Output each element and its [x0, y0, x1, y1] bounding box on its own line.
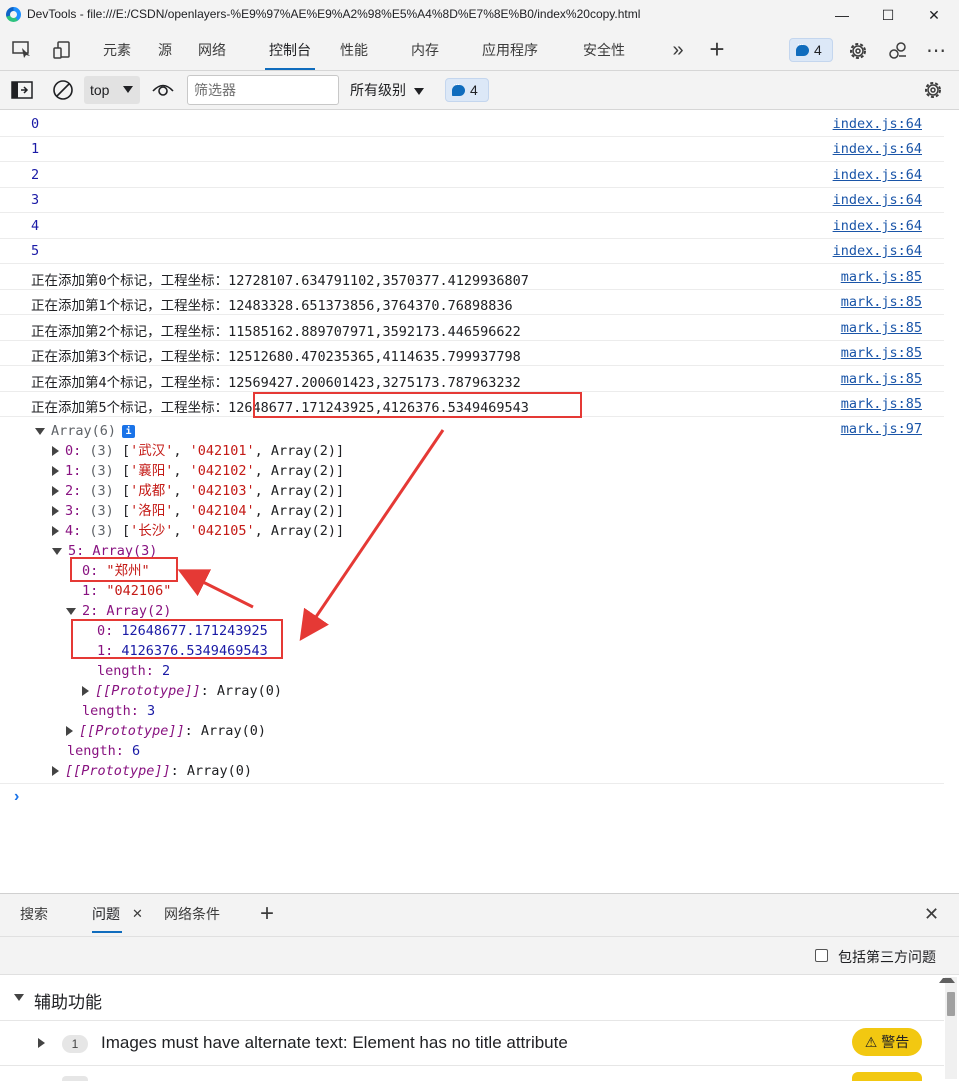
issues-list: 辅助功能 1 Images must have alternate text: … [0, 974, 959, 1081]
warning-badge: ⚠ 警告 [852, 1028, 922, 1056]
third-party-label: 包括第三方问题 [838, 949, 936, 965]
scrollbar-thumb[interactable] [947, 992, 955, 1016]
drawer-tab-search[interactable]: 搜索 [20, 894, 48, 934]
drawer-tab-close-icon[interactable]: ✕ [132, 894, 143, 934]
issue-count: 1 [62, 1035, 88, 1053]
issue-row[interactable]: 1 Images must have alternate text: Eleme… [0, 1021, 944, 1066]
drawer-add-tab-icon[interactable]: + [260, 894, 274, 934]
arrow-to-city [177, 569, 254, 609]
drawer-close-icon[interactable]: ✕ [924, 894, 939, 934]
drawer-panel: 搜索 问题 ✕ 网络条件 + ✕ 包括第三方问题 辅助功能 1 Images m… [0, 893, 959, 1081]
issues-toolbar: 包括第三方问题 [0, 936, 959, 975]
active-tab-indicator [92, 931, 122, 933]
issue-category[interactable]: 辅助功能 [0, 975, 944, 1021]
third-party-checkbox[interactable] [815, 949, 828, 962]
drawer-tab-network-conditions[interactable]: 网络条件 [164, 894, 220, 934]
expand-down-icon [14, 994, 24, 1001]
expand-right-icon [38, 1038, 45, 1048]
scroll-up-arrow-icon[interactable] [939, 978, 955, 983]
issue-text: Images must have alternate text: Element… [101, 1033, 568, 1052]
warning-badge-partial [852, 1072, 922, 1081]
arrow-to-values [299, 429, 445, 641]
drawer-tab-issues[interactable]: 问题 [92, 894, 120, 934]
issue-category-title: 辅助功能 [34, 993, 102, 1012]
